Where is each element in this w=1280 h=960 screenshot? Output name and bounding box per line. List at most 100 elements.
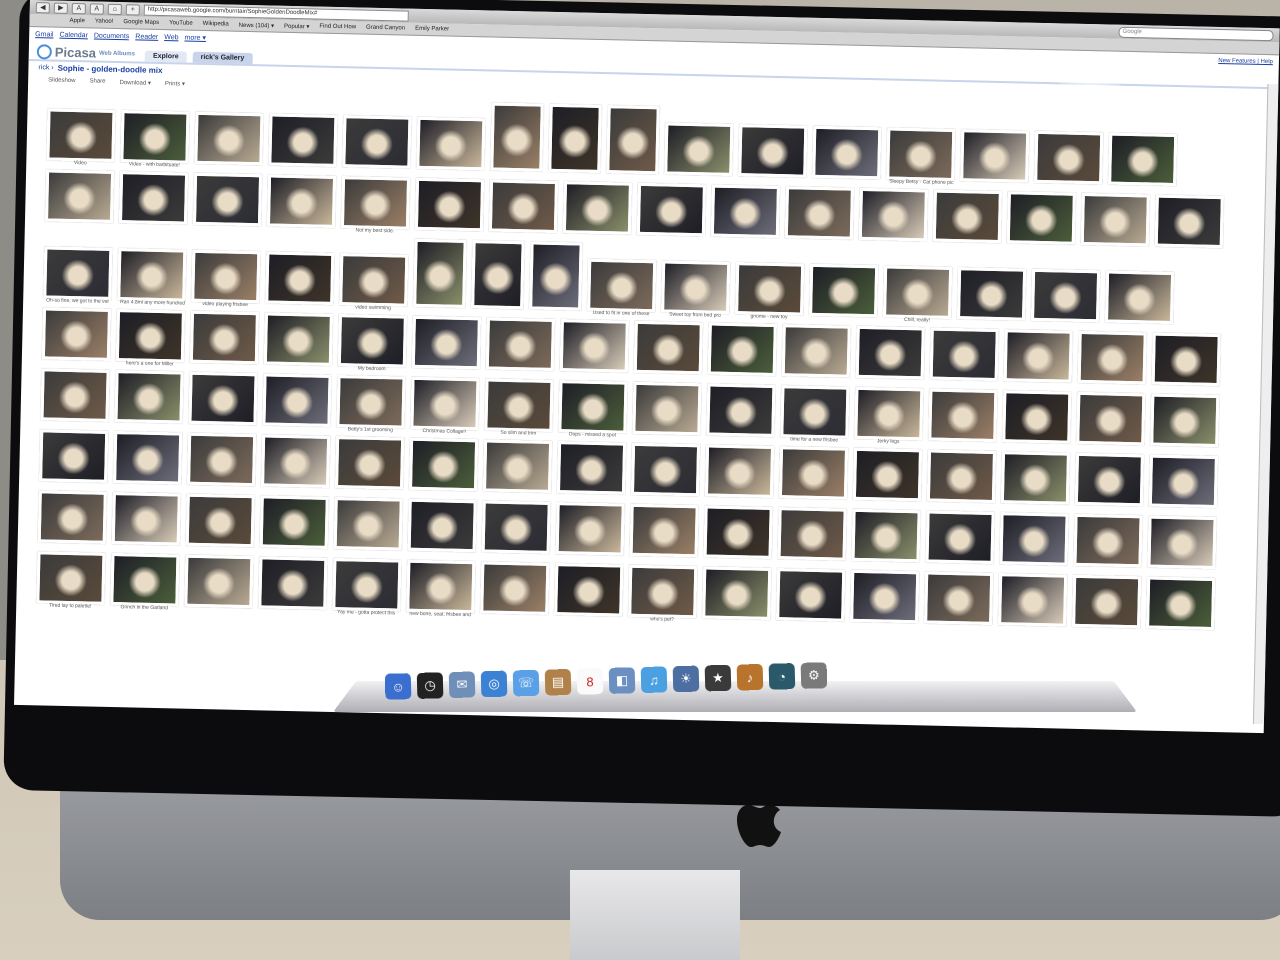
- photo-thumbnail[interactable]: [488, 179, 559, 234]
- photo-thumbnail[interactable]: [629, 503, 699, 558]
- photo-thumbnail[interactable]: [416, 116, 486, 171]
- dock-icon-address-book-icon[interactable]: ▤: [544, 668, 572, 696]
- photo-thumbnail[interactable]: [1002, 390, 1072, 444]
- photo-thumbnail[interactable]: [636, 182, 706, 237]
- breadcrumb[interactable]: rick ›: [38, 64, 53, 71]
- photo-thumbnail[interactable]: Jerky legs: [854, 386, 924, 445]
- bookmark-item[interactable]: Popular ▾: [284, 22, 310, 30]
- bookmark-item[interactable]: Wikipedia: [203, 21, 229, 28]
- photo-thumbnail[interactable]: Sweet toy from bed pro: [661, 260, 731, 319]
- photo-thumbnail[interactable]: [414, 177, 485, 232]
- photo-thumbnail[interactable]: [41, 307, 112, 361]
- photo-thumbnail[interactable]: Betty's 1st grooming: [336, 375, 406, 433]
- dock-icon-mail-icon[interactable]: ✉: [448, 671, 476, 699]
- prints-button[interactable]: Prints ▾: [165, 80, 185, 87]
- photo-thumbnail[interactable]: [776, 568, 846, 622]
- photo-thumbnail[interactable]: [1072, 574, 1142, 629]
- photo-thumbnail[interactable]: [1150, 393, 1220, 448]
- photo-thumbnail[interactable]: [738, 124, 808, 178]
- photo-thumbnail[interactable]: [1030, 268, 1101, 323]
- photo-thumbnail[interactable]: [858, 187, 928, 242]
- photo-thumbnail[interactable]: [703, 505, 773, 559]
- photo-thumbnail[interactable]: [411, 315, 481, 370]
- photo-thumbnail[interactable]: [1073, 513, 1143, 568]
- photo-thumbnail[interactable]: [556, 441, 627, 495]
- bookmark-item[interactable]: Grand Canyon: [366, 25, 405, 32]
- photo-thumbnail[interactable]: [851, 508, 921, 563]
- photo-thumbnail[interactable]: [118, 171, 189, 225]
- photo-thumbnail[interactable]: [1151, 332, 1221, 387]
- share-button[interactable]: Share: [89, 78, 105, 84]
- text-bigger-icon[interactable]: A: [89, 2, 104, 15]
- photo-thumbnail[interactable]: video playing frisbee: [191, 249, 261, 308]
- photo-thumbnail[interactable]: [809, 263, 879, 318]
- photo-thumbnail[interactable]: [482, 439, 553, 493]
- photo-thumbnail[interactable]: [40, 368, 110, 422]
- bookmark-item[interactable]: Emily Parker: [415, 26, 449, 33]
- photo-thumbnail[interactable]: [606, 105, 660, 175]
- photo-thumbnail[interactable]: [1006, 191, 1076, 245]
- gbar-link-web[interactable]: Web: [164, 34, 178, 41]
- photo-thumbnail[interactable]: [548, 103, 602, 173]
- dock-icon-dashboard-icon[interactable]: ◷: [416, 672, 444, 699]
- photo-thumbnail[interactable]: [1148, 454, 1218, 509]
- photo-thumbnail[interactable]: [999, 512, 1069, 566]
- bookmark-item[interactable]: Find Out How: [319, 24, 356, 31]
- photo-thumbnail[interactable]: [1146, 576, 1216, 631]
- photo-thumbnail[interactable]: [777, 507, 847, 561]
- dock-icon-safari-icon[interactable]: ◎: [480, 670, 508, 698]
- photo-thumbnail[interactable]: Tired lay to palette!: [36, 551, 106, 610]
- photo-thumbnail[interactable]: [998, 573, 1068, 627]
- home-icon[interactable]: ⌂: [107, 3, 122, 15]
- photo-thumbnail[interactable]: [262, 373, 332, 427]
- photo-thumbnail[interactable]: [261, 434, 331, 488]
- bookmark-item[interactable]: News (104) ▾: [239, 21, 275, 29]
- photo-thumbnail[interactable]: Grinch in the Garland: [110, 552, 180, 611]
- photo-thumbnail[interactable]: who's pet?: [628, 564, 698, 623]
- photo-thumbnail[interactable]: [1147, 515, 1217, 570]
- photo-thumbnail[interactable]: [1076, 391, 1146, 446]
- photo-thumbnail[interactable]: [44, 169, 115, 223]
- tab-explore[interactable]: Explore: [144, 50, 187, 63]
- photo-thumbnail[interactable]: [189, 310, 259, 365]
- photo-thumbnail[interactable]: [852, 447, 923, 502]
- photo-thumbnail[interactable]: [704, 444, 775, 498]
- photo-thumbnail[interactable]: [926, 449, 997, 504]
- back-icon[interactable]: ◀: [35, 1, 50, 13]
- photo-thumbnail[interactable]: My bedroom: [337, 314, 407, 372]
- photo-thumbnail[interactable]: [188, 371, 258, 426]
- photo-thumbnail[interactable]: [1074, 452, 1144, 507]
- photo-thumbnail[interactable]: [37, 490, 107, 544]
- photo-thumbnail[interactable]: [925, 510, 995, 565]
- photo-thumbnail[interactable]: Christmas Collage!!: [410, 376, 480, 435]
- tab-gallery[interactable]: rick's Gallery: [192, 51, 253, 65]
- photo-thumbnail[interactable]: [1003, 329, 1073, 383]
- photo-thumbnail[interactable]: [850, 569, 920, 624]
- photo-thumbnail[interactable]: [113, 431, 183, 485]
- photo-thumbnail[interactable]: [184, 554, 254, 609]
- slideshow-button[interactable]: Slideshow: [48, 77, 75, 84]
- dock-icon-finder-icon[interactable]: ☺: [384, 673, 412, 700]
- photo-thumbnail[interactable]: new bone, seat, frisbee and: [406, 559, 476, 618]
- bookmark-item[interactable]: Google Maps: [123, 19, 159, 26]
- photo-thumbnail[interactable]: [784, 186, 854, 240]
- photo-thumbnail[interactable]: [1034, 130, 1104, 185]
- dock-icon-ical-icon[interactable]: 8: [576, 668, 604, 695]
- bookmark-item[interactable]: Apple: [69, 18, 84, 24]
- dock-icon-itunes-icon[interactable]: ♫: [640, 666, 668, 694]
- photo-thumbnail[interactable]: time for a new frisbee: [780, 385, 850, 443]
- photo-thumbnail[interactable]: Chill, really!: [883, 265, 953, 323]
- photo-thumbnail[interactable]: [664, 122, 734, 176]
- photo-thumbnail[interactable]: [342, 115, 412, 169]
- photo-thumbnail[interactable]: [485, 317, 555, 371]
- photo-thumbnail[interactable]: [812, 125, 882, 180]
- dock-icon-garageband-icon[interactable]: ♪: [736, 663, 764, 691]
- photo-thumbnail[interactable]: Sleepy Betsy - Cat phone pic: [886, 127, 956, 186]
- dock-icon-imovie-icon[interactable]: ★: [704, 664, 732, 692]
- photo-thumbnail[interactable]: Oh-so fine, we got to the vet: [43, 246, 113, 305]
- photo-thumbnail[interactable]: [480, 561, 550, 615]
- dock-icon-time-machine-icon[interactable]: ◔: [768, 663, 796, 690]
- gbar-link-documents[interactable]: Documents: [94, 32, 130, 40]
- dock-icon-system-preferences-icon[interactable]: ⚙: [800, 662, 828, 689]
- photo-thumbnail[interactable]: Ran 4.8mi any more hundred: [117, 248, 187, 307]
